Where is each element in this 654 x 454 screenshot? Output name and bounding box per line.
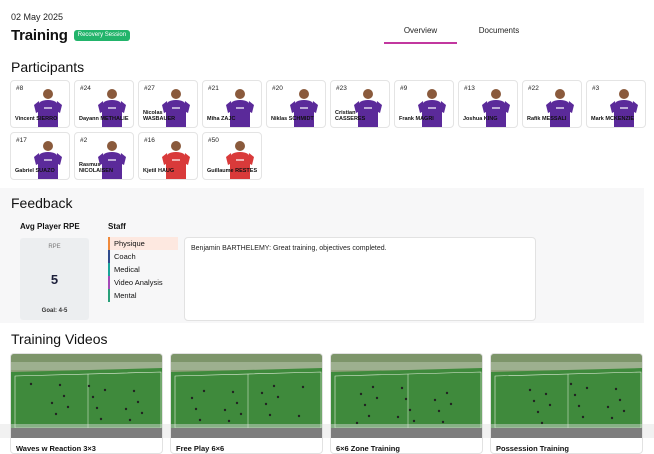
participant-card[interactable]: #23 Cristian CASSERES [330,80,390,128]
video-card[interactable]: 6×6 Zone Training [330,353,483,454]
participant-card[interactable]: #9 Frank MAGRI [394,80,454,128]
player-name: Frank MAGRI [399,116,434,123]
participant-card[interactable]: #50 Guillaume RESTES [202,132,262,180]
player-number: #8 [16,85,24,92]
player-name: Vincent SIERRO [15,116,58,123]
player-name: Joshua KING [463,116,498,123]
feedback-comment: Benjamin BARTHELEMY: Great training, obj… [184,237,536,321]
video-thumbnail [171,354,322,438]
staff-filter-item[interactable]: Mental [108,289,178,302]
staff-filter-item[interactable]: Coach [108,250,178,263]
player-number: #20 [272,85,283,92]
page-title: Training [11,27,68,44]
player-name: Miha ZAJC [207,116,236,123]
staff-label: Staff [108,222,126,231]
participant-card[interactable]: #13 Joshua KING [458,80,518,128]
player-number: #23 [336,85,347,92]
player-number: #24 [80,85,91,92]
player-number: #3 [592,85,600,92]
participant-card[interactable]: #16 Kjetil HAUG [138,132,198,180]
player-name: Mark MCKENZIE [591,116,635,123]
player-number: #17 [16,137,27,144]
staff-filter-item[interactable]: Physique [108,237,178,250]
tab-bar: Overview Documents [384,22,541,44]
video-card[interactable]: Possession Training [490,353,643,454]
session-date: 02 May 2025 [11,12,64,22]
player-number: #27 [144,85,155,92]
participant-card[interactable]: #17 Gabriel SUAZO [10,132,70,180]
video-title: Free Play 6×6 [176,444,225,453]
video-thumbnail [11,354,162,438]
participant-card[interactable]: #24 Dayann METHALIE [74,80,134,128]
session-type-badge: Recovery Session [73,29,131,42]
participant-card[interactable]: #20 Niklas SCHMIDT [266,80,326,128]
video-title: Possession Training [496,444,569,453]
player-name: Guillaume RESTES [207,168,258,175]
videos-heading: Training Videos [11,331,108,347]
participants-heading: Participants [11,59,85,75]
comment-text: Benjamin BARTHELEMY: Great training, obj… [191,245,387,252]
participant-card[interactable]: #3 Mark MCKENZIE [586,80,646,128]
participant-card[interactable]: #2 Rasmus NICOLAISEN [74,132,134,180]
player-name: Gabriel SUAZO [15,168,55,175]
participant-card[interactable]: #21 Miha ZAJC [202,80,262,128]
avg-rpe-label: Avg Player RPE [20,222,80,231]
player-name: Rasmus NICOLAISEN [79,162,113,175]
feedback-panel: Feedback Avg Player RPE RPE 5 Goal: 4-5 … [0,188,644,323]
feedback-heading: Feedback [11,195,73,211]
video-thumbnail [331,354,482,438]
rpe-caption: RPE [48,244,61,250]
player-name: Rafik MESSALI [527,116,567,123]
player-name: Kjetil HAUG [143,168,175,175]
player-number: #2 [80,137,88,144]
video-card[interactable]: Waves w Reaction 3×3 [10,353,163,454]
video-card[interactable]: Free Play 6×6 [170,353,323,454]
rpe-value: 5 [50,272,59,287]
participant-card[interactable]: #8 Vincent SIERRO [10,80,70,128]
player-number: #13 [464,85,475,92]
video-thumbnail [491,354,642,438]
staff-filter-item[interactable]: Video Analysis [108,276,178,289]
tab-documents[interactable]: Documents [457,22,541,44]
video-title: 6×6 Zone Training [336,444,400,453]
player-name: Cristian CASSERES [335,110,366,123]
player-name: Niklas SCHMIDT [271,116,314,123]
player-name: Dayann METHALIE [79,116,129,123]
player-number: #16 [144,137,155,144]
player-number: #9 [400,85,408,92]
video-title: Waves w Reaction 3×3 [16,444,96,453]
player-name: Nicolas WASBAUER [143,110,176,123]
title-row: Training Recovery Session [11,27,131,44]
player-number: #21 [208,85,219,92]
participant-card[interactable]: #22 Rafik MESSALI [522,80,582,128]
rpe-goal: Goal: 4-5 [41,308,68,314]
rpe-card: RPE 5 Goal: 4-5 [20,238,89,320]
player-number: #22 [528,85,539,92]
staff-list: Physique Coach Medical Video Analysis Mental [108,237,178,302]
participant-card[interactable]: #27 Nicolas WASBAUER [138,80,198,128]
staff-filter-item[interactable]: Medical [108,263,178,276]
player-number: #50 [208,137,219,144]
tab-overview[interactable]: Overview [384,22,457,44]
